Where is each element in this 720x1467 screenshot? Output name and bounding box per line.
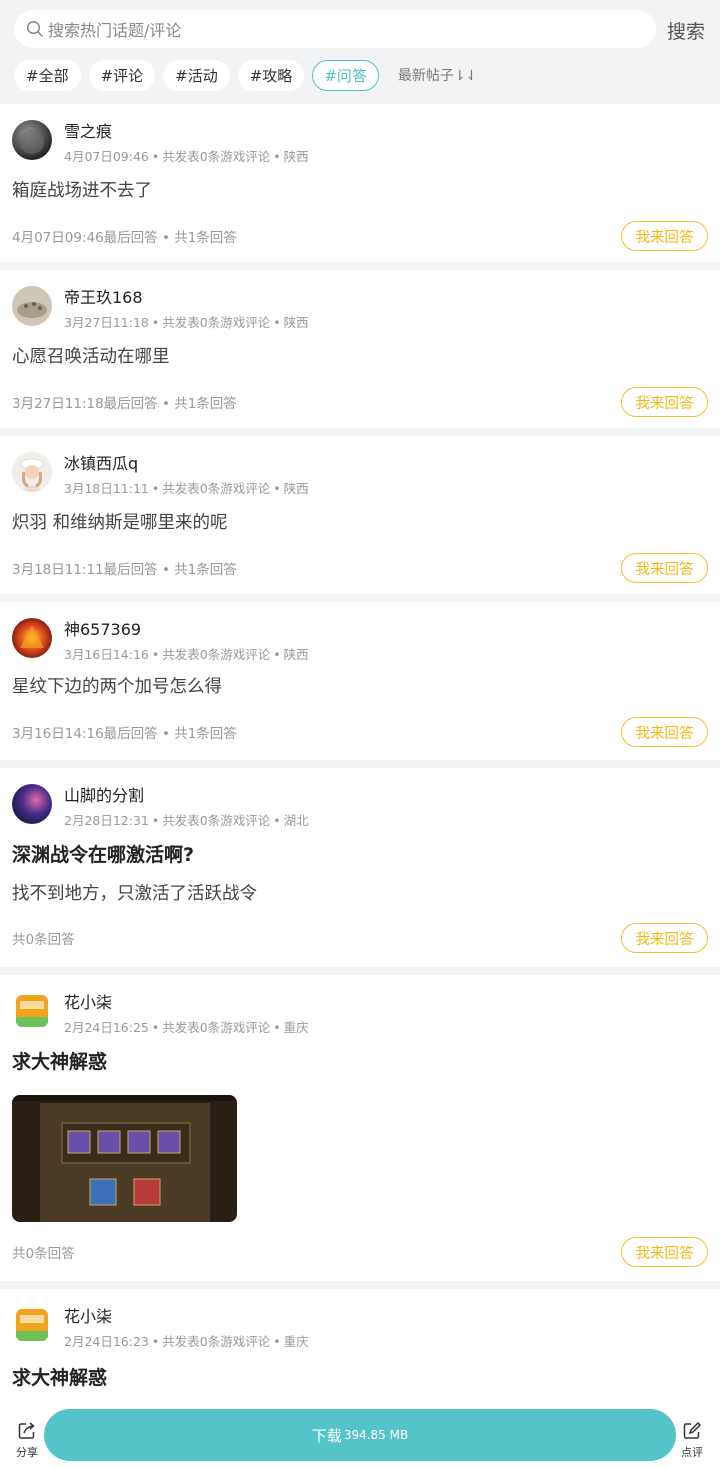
answer-button[interactable]: 我来回答 xyxy=(621,923,708,953)
post-time: 3月18日11:11 xyxy=(64,481,149,496)
search-button[interactable]: 搜索 xyxy=(667,17,705,44)
region: 陕西 xyxy=(283,647,309,662)
search-input[interactable]: 搜索热门话题/评论 xyxy=(14,10,656,48)
post-body: 星纹下边的两个加号怎么得 xyxy=(12,677,222,697)
username[interactable]: 冰镇西瓜q xyxy=(64,450,138,474)
tag-qa[interactable]: #问答 xyxy=(312,59,379,91)
review-count: 共发表0条游戏评论 xyxy=(162,647,271,662)
download-button[interactable]: 下载 394.85 MB xyxy=(44,1409,676,1461)
post-image[interactable] xyxy=(12,1095,237,1222)
post-time: 4月07日09:46 xyxy=(64,149,149,164)
share-label: 分享 xyxy=(16,1446,38,1459)
download-size: 394.85 MB xyxy=(343,1428,409,1442)
post-footer: 共0条回答 xyxy=(12,1246,75,1262)
region: 陕西 xyxy=(283,149,309,164)
sort-dropdown[interactable]: 最新帖子⇂⇃ xyxy=(398,65,477,85)
header: 搜索热门话题/评论 搜索 #全部 #评论 #活动 #攻略 #问答 最新帖子⇂⇃ xyxy=(0,0,720,104)
post-card[interactable]: 花小柒 2月24日16:25 • 共发表0条游戏评论 • 重庆 求大神解惑 共0条回答 … xyxy=(0,975,720,1281)
username[interactable]: 神657369 xyxy=(64,616,141,640)
post-title: 深渊战令在哪激活啊? xyxy=(12,844,195,866)
region: 重庆 xyxy=(283,1020,309,1035)
post-meta: 2月24日16:23 • 共发表0条游戏评论 • 重庆 xyxy=(64,1334,309,1349)
review-count: 共发表0条游戏评论 xyxy=(162,315,271,330)
review-label: 点评 xyxy=(681,1446,703,1459)
username[interactable]: 花小柒 xyxy=(64,989,112,1013)
post-time: 3月16日14:16 xyxy=(64,647,149,662)
username[interactable]: 花小柒 xyxy=(64,1303,112,1327)
review-count: 共发表0条游戏评论 xyxy=(162,813,271,828)
search-icon xyxy=(26,20,43,37)
post-footer: 4月07日09:46最后回答 • 共1条回答 xyxy=(12,230,237,246)
answer-button[interactable]: 我来回答 xyxy=(621,717,708,747)
answer-button[interactable]: 我来回答 xyxy=(621,387,708,417)
post-meta: 2月28日12:31 • 共发表0条游戏评论 • 湖北 xyxy=(64,813,309,828)
avatar[interactable] xyxy=(12,286,52,326)
download-label: 下载 xyxy=(311,1426,342,1445)
post-title: 求大神解惑 xyxy=(12,1051,108,1073)
answer-button[interactable]: 我来回答 xyxy=(621,221,708,251)
tag-guide[interactable]: #攻略 xyxy=(237,59,305,91)
share-icon xyxy=(18,1422,35,1439)
post-time: 2月24日16:25 xyxy=(64,1020,149,1035)
username[interactable]: 山脚的分割 xyxy=(64,782,144,806)
post-title: 求大神解惑 xyxy=(12,1367,108,1389)
post-meta: 3月18日11:11 • 共发表0条游戏评论 • 陕西 xyxy=(64,481,309,496)
post-time: 3月27日11:18 xyxy=(64,315,149,330)
avatar[interactable] xyxy=(12,784,52,824)
username[interactable]: 雪之痕 xyxy=(64,118,112,142)
post-meta: 2月24日16:25 • 共发表0条游戏评论 • 重庆 xyxy=(64,1020,309,1035)
username[interactable]: 帝王玖168 xyxy=(64,284,143,308)
region: 湖北 xyxy=(283,813,309,828)
region: 重庆 xyxy=(283,1334,309,1349)
avatar[interactable] xyxy=(12,120,52,160)
region: 陕西 xyxy=(283,481,309,496)
edit-icon xyxy=(683,1421,702,1439)
post-meta: 3月27日11:18 • 共发表0条游戏评论 • 陕西 xyxy=(64,315,309,330)
tag-bar: #全部 #评论 #活动 #攻略 #问答 最新帖子⇂⇃ xyxy=(14,59,477,91)
answer-button[interactable]: 我来回答 xyxy=(621,553,708,583)
post-meta: 4月07日09:46 • 共发表0条游戏评论 • 陕西 xyxy=(64,149,309,164)
review-count: 共发表0条游戏评论 xyxy=(162,149,271,164)
region: 陕西 xyxy=(283,315,309,330)
review-count: 共发表0条游戏评论 xyxy=(162,1334,271,1349)
post-body: 箱庭战场进不去了 xyxy=(12,181,152,201)
post-footer: 3月16日14:16最后回答 • 共1条回答 xyxy=(12,726,237,742)
share-button[interactable]: 分享 xyxy=(12,1421,42,1460)
post-card[interactable]: 山脚的分割 2月28日12:31 • 共发表0条游戏评论 • 湖北 深渊战令在哪激活啊?… xyxy=(0,768,720,967)
bottom-bar: 分享 下载 394.85 MB 点评 xyxy=(0,1402,720,1467)
post-time: 2月24日16:23 xyxy=(64,1334,149,1349)
post-list: 雪之痕 4月07日09:46 • 共发表0条游戏评论 • 陕西 箱庭战场进不去了 4月0… xyxy=(0,104,720,1437)
post-body: 心愿召唤活动在哪里 xyxy=(12,347,170,367)
post-body: 找不到地方，只激活了活跃战令 xyxy=(12,884,257,904)
review-count: 共发表0条游戏评论 xyxy=(162,1020,271,1035)
post-time: 2月28日12:31 xyxy=(64,813,149,828)
tag-all[interactable]: #全部 xyxy=(14,59,81,91)
avatar[interactable] xyxy=(12,618,52,658)
post-card[interactable]: 神657369 3月16日14:16 • 共发表0条游戏评论 • 陕西 星纹下边的两个加… xyxy=(0,602,720,760)
search-placeholder: 搜索热门话题/评论 xyxy=(48,21,182,40)
answer-button[interactable]: 我来回答 xyxy=(621,1237,708,1267)
tag-event[interactable]: #活动 xyxy=(163,59,230,91)
post-footer: 3月18日11:11最后回答 • 共1条回答 xyxy=(12,562,237,578)
post-footer: 3月27日11:18最后回答 • 共1条回答 xyxy=(12,396,237,412)
avatar[interactable] xyxy=(12,991,52,1031)
post-meta: 3月16日14:16 • 共发表0条游戏评论 • 陕西 xyxy=(64,647,309,662)
post-footer: 共0条回答 xyxy=(12,932,75,948)
avatar[interactable] xyxy=(12,1305,52,1345)
post-card[interactable]: 帝王玖168 3月27日11:18 • 共发表0条游戏评论 • 陕西 心愿召唤活动在哪里… xyxy=(0,270,720,428)
review-button[interactable]: 点评 xyxy=(677,1421,707,1460)
avatar[interactable] xyxy=(12,452,52,492)
review-count: 共发表0条游戏评论 xyxy=(162,481,271,496)
post-card[interactable]: 冰镇西瓜q 3月18日11:11 • 共发表0条游戏评论 • 陕西 炽羽 和维纳斯是哪里… xyxy=(0,436,720,594)
post-body: 炽羽 和维纳斯是哪里来的呢 xyxy=(12,513,228,533)
tag-review[interactable]: #评论 xyxy=(88,59,156,91)
post-card[interactable]: 雪之痕 4月07日09:46 • 共发表0条游戏评论 • 陕西 箱庭战场进不去了 4月0… xyxy=(0,104,720,262)
